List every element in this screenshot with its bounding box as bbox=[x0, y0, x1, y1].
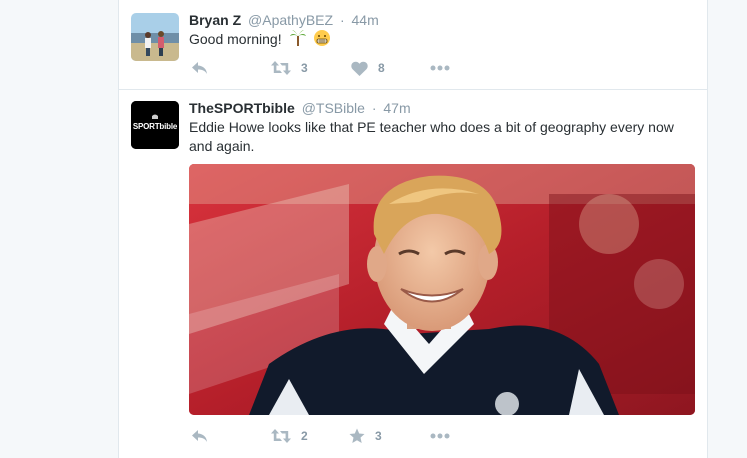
retweet-icon bbox=[271, 61, 291, 75]
tweet-text: Eddie Howe looks like that PE teacher wh… bbox=[189, 119, 674, 154]
more-button[interactable] bbox=[430, 58, 450, 78]
tweet-text-content: Good morning! bbox=[189, 31, 282, 47]
star-icon bbox=[349, 428, 365, 443]
favorite-button[interactable]: 3 bbox=[349, 426, 382, 446]
separator: · bbox=[339, 12, 345, 28]
tweet[interactable]: SPORTbible TheSPORTbible @TSBible · 47m … bbox=[119, 90, 707, 458]
tweet-actions: 3 8 bbox=[189, 58, 489, 78]
reply-icon bbox=[192, 62, 207, 74]
username[interactable]: @TSBible bbox=[302, 100, 365, 116]
reply-button[interactable] bbox=[191, 58, 209, 78]
timestamp[interactable]: 47m bbox=[383, 100, 410, 116]
separator: · bbox=[371, 100, 377, 116]
tweet-actions: 2 3 bbox=[189, 426, 489, 446]
like-button[interactable]: 8 bbox=[351, 58, 385, 78]
more-dots-icon bbox=[430, 433, 450, 439]
fullname[interactable]: TheSPORTbible bbox=[189, 100, 295, 116]
avatar[interactable] bbox=[131, 13, 179, 61]
fullname[interactable]: Bryan Z bbox=[189, 12, 241, 28]
palm-tree-icon bbox=[289, 29, 307, 52]
timestamp[interactable]: 44m bbox=[352, 12, 379, 28]
heart-icon bbox=[351, 61, 368, 76]
tweet-media-photo[interactable] bbox=[189, 164, 695, 415]
more-button[interactable] bbox=[430, 426, 450, 446]
retweet-icon bbox=[271, 429, 291, 443]
tweet-text: Good morning! bbox=[189, 29, 694, 52]
grimace-face-icon bbox=[313, 29, 331, 52]
retweet-count: 3 bbox=[301, 61, 308, 75]
avatar[interactable]: SPORTbible bbox=[131, 101, 179, 149]
tweet[interactable]: Bryan Z @ApathyBEZ · 44m Good morning! 3… bbox=[119, 0, 707, 90]
avatar-logo-text: SPORTbible bbox=[132, 122, 178, 131]
like-count: 8 bbox=[378, 61, 385, 75]
username[interactable]: @ApathyBEZ bbox=[248, 12, 333, 28]
tweet-header: Bryan Z @ApathyBEZ · 44m bbox=[189, 12, 379, 28]
reply-button[interactable] bbox=[191, 426, 209, 446]
tweet-header: TheSPORTbible @TSBible · 47m bbox=[189, 100, 411, 116]
reply-icon bbox=[192, 430, 207, 442]
timeline-stream: Bryan Z @ApathyBEZ · 44m Good morning! 3… bbox=[118, 0, 708, 458]
favorite-count: 3 bbox=[375, 429, 382, 443]
retweet-count: 2 bbox=[301, 429, 308, 443]
retweet-button[interactable]: 3 bbox=[271, 58, 308, 78]
retweet-button[interactable]: 2 bbox=[271, 426, 308, 446]
more-dots-icon bbox=[430, 65, 450, 71]
